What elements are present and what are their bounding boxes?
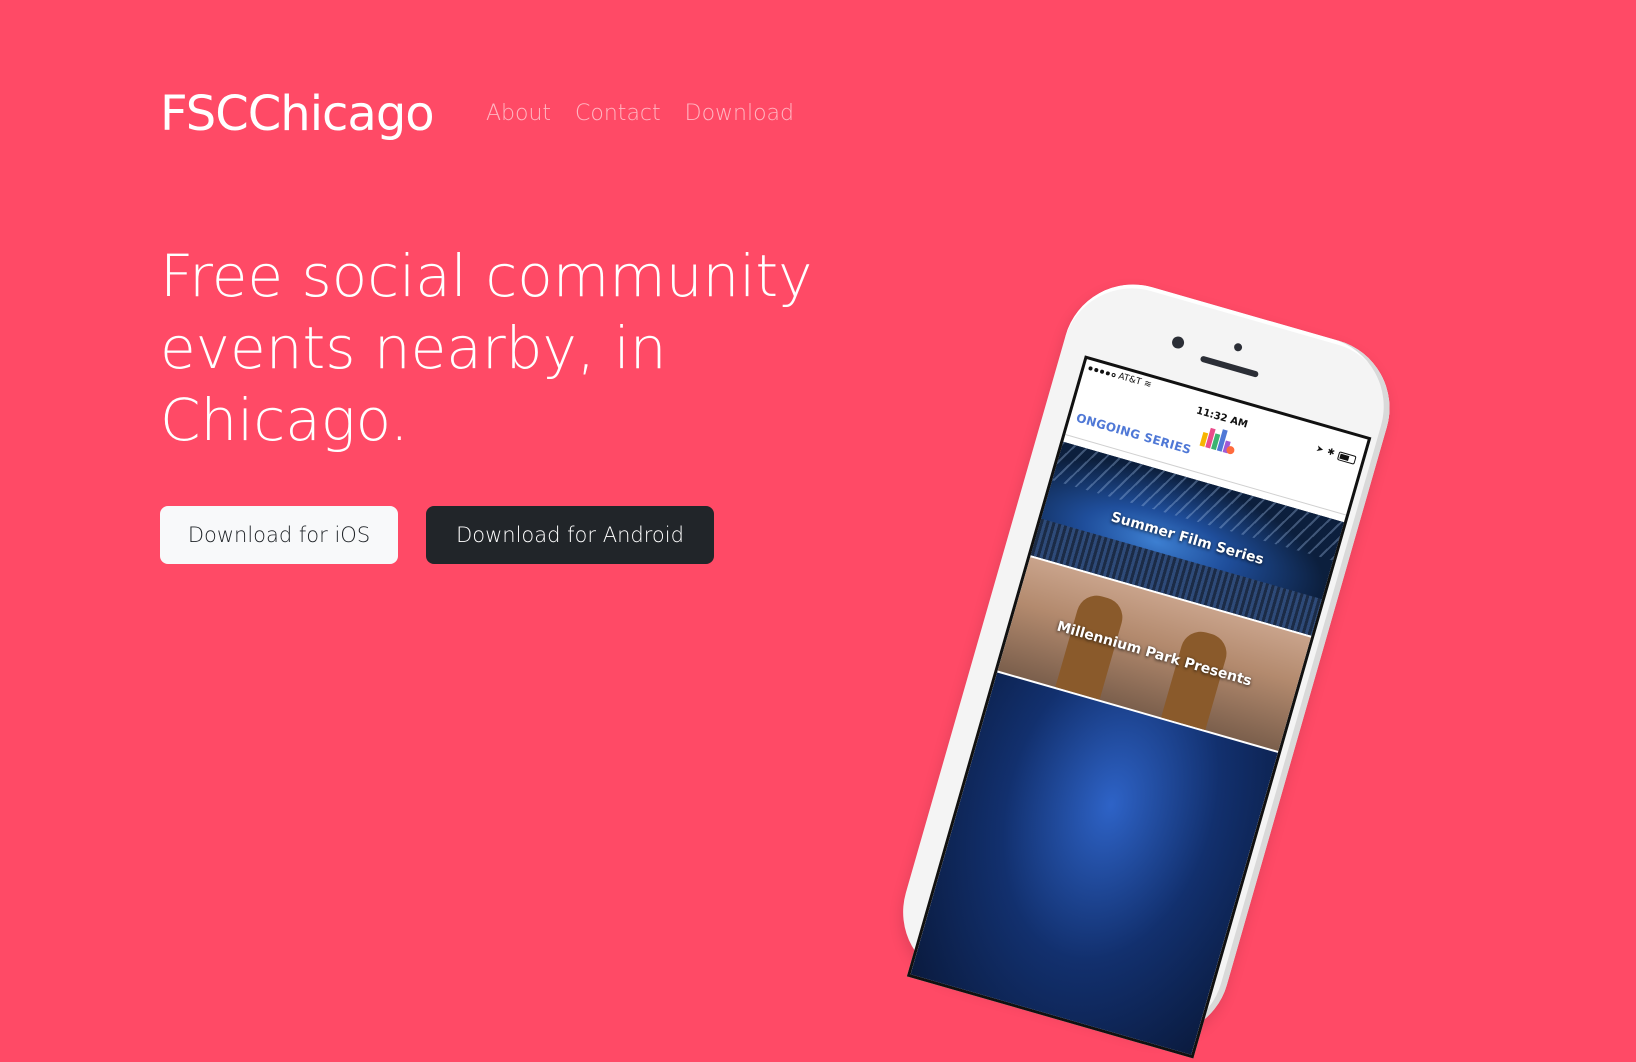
main-nav: About Contact Download [486,98,794,130]
nav-link-contact[interactable]: Contact [575,98,661,130]
phone-camera [1170,335,1186,350]
hero-title: Free social community events nearby, in … [160,242,813,454]
bluetooth-icon: ✱ [1325,447,1336,459]
phone-sensor [1233,342,1244,353]
landing-page: FSCChicago About Contact Download Free s… [0,0,1636,1059]
nav-link-download[interactable]: Download [685,98,794,130]
event-card-label: Millennium Park Presents [1055,618,1254,690]
location-icon: ➤ [1314,443,1325,456]
event-card-label: Summer Film Series [1109,509,1266,569]
download-android-button[interactable]: Download for Android [426,506,714,564]
wifi-icon: ≋ [1142,378,1153,391]
phone-speaker [1199,355,1260,378]
phone-mockup: AT&T ≋ 11:32 AM ➤ ✱ ONGOING SERIES Summe… [886,268,1407,1059]
download-ios-button[interactable]: Download for iOS [160,506,398,564]
nav-link-about[interactable]: About [486,98,551,130]
phone-screen: AT&T ≋ 11:32 AM ➤ ✱ ONGOING SERIES Summe… [906,355,1372,1059]
brand-logo-link[interactable]: FSCChicago [160,86,435,142]
